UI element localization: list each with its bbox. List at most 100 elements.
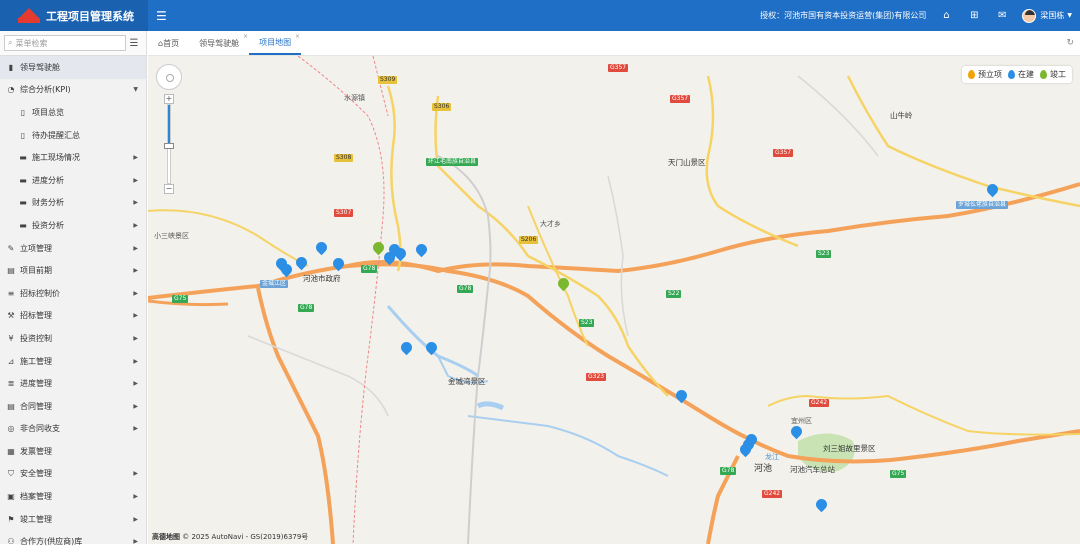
sidebar-item[interactable]: ▬ 财务分析 ▶ (0, 192, 146, 215)
project-marker-pin-icon[interactable] (330, 255, 347, 272)
project-marker-pin-icon[interactable] (381, 249, 398, 266)
chat-icon[interactable]: ✉ (988, 10, 1016, 21)
sidebar-item[interactable]: ▬ 投资分析 ▶ (0, 214, 146, 237)
sidebar-item[interactable]: ⚑ 竣工管理 ▶ (0, 508, 146, 531)
project-marker-pin-icon[interactable] (278, 261, 295, 278)
chevron-right-icon: ▶ (133, 154, 138, 162)
chevron-right-icon: ▶ (133, 244, 138, 252)
project-marker-pin-icon[interactable] (413, 241, 430, 258)
project-marker-pin-icon[interactable] (392, 245, 409, 262)
project-marker-pin-icon[interactable] (984, 181, 1001, 198)
user-name[interactable]: 梁国栋 (1040, 10, 1064, 21)
zoom-out-button[interactable]: − (164, 184, 174, 194)
project-marker-pin-icon[interactable] (293, 254, 310, 271)
legend-item[interactable]: 竣工 (1040, 69, 1066, 80)
map-legend: 预立项 在建 竣工 (962, 66, 1072, 83)
gavel-icon: ⚒ (7, 311, 15, 321)
zoom-slider[interactable] (164, 104, 174, 184)
project-marker-pin-icon[interactable] (398, 339, 415, 356)
sidebar-item-label: 施工管理 (20, 356, 52, 366)
road-badge: S307 (334, 209, 354, 217)
menu-search-placeholder: 菜单检索 (15, 38, 48, 48)
sidebar-item[interactable]: ◎ 非合同收支 ▶ (0, 418, 146, 441)
folder-icon: ▬ (19, 175, 27, 185)
project-marker-pin-icon[interactable] (673, 387, 690, 404)
sidebar-item[interactable]: ▣ 档案管理 ▶ (0, 485, 146, 508)
chevron-right-icon: ▶ (133, 538, 138, 546)
chevron-right-icon: ▶ (133, 199, 138, 207)
menu-toggle-icon[interactable]: ☰ (156, 9, 167, 23)
close-icon[interactable]: × (295, 33, 300, 40)
project-marker-pin-icon[interactable] (423, 339, 440, 356)
sidebar-item[interactable]: ⚇ 合作方(供应商)库 ▶ (0, 530, 146, 553)
sidebar-item[interactable]: ⛉ 安全管理 ▶ (0, 463, 146, 486)
sidebar-item-label: 非合同收支 (20, 424, 60, 434)
sidebar-item[interactable]: ▦ 发票管理 (0, 440, 146, 463)
map-label-hechi: 河池 (754, 464, 773, 474)
chevron-right-icon: ▶ (133, 289, 138, 297)
avatar[interactable] (1022, 8, 1037, 23)
map-label-jinchengjiang: 金城江区 (260, 280, 289, 288)
crane-icon: ⊿ (7, 356, 15, 366)
sidebar-item-label: 合同管理 (20, 401, 52, 411)
chevron-right-icon: ▶ (133, 334, 138, 342)
sidebar-item-label: 竣工管理 (20, 514, 52, 524)
sidebar-item-label: 综合分析(KPI) (20, 85, 71, 95)
search-icon: ⌕ (8, 38, 13, 47)
sidebar-item[interactable]: ≣ 进度管理 ▶ (0, 372, 146, 395)
sitemap-icon[interactable]: ⊞ (960, 10, 988, 21)
zoom-slider-handle[interactable] (164, 143, 174, 149)
flag-icon: ⚑ (7, 514, 15, 524)
project-marker-pin-icon[interactable] (313, 239, 330, 256)
sidebar-item[interactable]: ▤ 合同管理 ▶ (0, 395, 146, 418)
sidebar-item[interactable]: ▬ 施工现场情况 ▶ (0, 146, 146, 169)
sidebar-item[interactable]: ▬ 进度分析 ▶ (0, 169, 146, 192)
close-icon[interactable]: × (243, 33, 248, 40)
sidebar-item[interactable]: ≡ 招标控制价 ▶ (0, 282, 146, 305)
project-marker-pin-icon[interactable] (737, 441, 754, 458)
sidebar-item-label: 招标控制价 (20, 288, 60, 298)
menu-search: ⌕ 菜单检索 ☰ (0, 31, 146, 56)
sidebar-item[interactable]: ⚒ 招标管理 ▶ (0, 305, 146, 328)
sidebar-item[interactable]: ▤ 项目前期 ▶ (0, 259, 146, 282)
legend-item[interactable]: 预立项 (968, 69, 1002, 80)
project-map[interactable]: 环江毛南族自治县 罗城仫佬族自治县 金城江区 河池 天门山景区 金城湾景区 河池… (148, 56, 1080, 544)
road-badge: S308 (334, 154, 354, 162)
sidebar-menu: ▮ 领导驾驶舱 ◔ 综合分析(KPI) ▼ ▯ 项目总览 ▯ 待办提醒汇总 ▬ 施工现场情况 ▶ ▬ 进度… (0, 56, 146, 553)
amap-logo: 高德地图 (152, 533, 180, 541)
legend-item[interactable]: 在建 (1008, 69, 1034, 80)
road-badge: G78 (298, 304, 315, 312)
map-label-shuiyuan: 水源镇 (344, 94, 365, 102)
sidebar-item-label: 投资控制 (20, 333, 52, 343)
sidebar-item[interactable]: ⊿ 施工管理 ▶ (0, 350, 146, 373)
menu-search-input[interactable]: ⌕ 菜单检索 (4, 35, 126, 51)
legend-pin-icon (1008, 70, 1015, 79)
project-marker-pin-icon[interactable] (555, 275, 572, 292)
home-icon[interactable]: ⌂ (932, 10, 960, 21)
pan-control-icon[interactable] (156, 64, 182, 90)
book-icon: ▤ (7, 266, 15, 276)
sidebar-item-label: 招标管理 (20, 311, 52, 321)
road-badge: G78 (457, 285, 474, 293)
zoom-in-button[interactable]: + (164, 94, 174, 104)
tab[interactable]: ⌂ 首页 (148, 31, 189, 55)
road-badge: S23 (579, 319, 595, 327)
tab[interactable]: 项目地图 × (249, 31, 302, 55)
project-marker-pin-icon[interactable] (788, 423, 805, 440)
list-toggle-icon[interactable]: ☰ (126, 38, 142, 49)
sidebar-item[interactable]: ✎ 立项管理 ▶ (0, 237, 146, 260)
sidebar-item[interactable]: ◔ 综合分析(KPI) ▼ (0, 79, 146, 102)
project-marker-pin-icon[interactable] (813, 496, 830, 513)
refresh-icon[interactable]: ↻ (1066, 38, 1074, 48)
project-marker-pin-icon[interactable] (370, 239, 387, 256)
tab[interactable]: 领导驾驶舱 × (189, 31, 249, 55)
sidebar-item-label: 项目总览 (32, 107, 64, 117)
user-dropdown-icon[interactable]: ▼ (1067, 12, 1072, 19)
sidebar-item[interactable]: ▯ 项目总览 (0, 101, 146, 124)
money-icon: ¥ (8, 333, 14, 343)
sidebar-item[interactable]: ▮ 领导驾驶舱 (0, 56, 146, 79)
map-label-liusanjie: 刘三姐故里景区 (823, 444, 876, 453)
road-badge: G78 (361, 265, 378, 273)
sidebar-item[interactable]: ¥ 投资控制 ▶ (0, 327, 146, 350)
sidebar-item[interactable]: ▯ 待办提醒汇总 (0, 124, 146, 147)
